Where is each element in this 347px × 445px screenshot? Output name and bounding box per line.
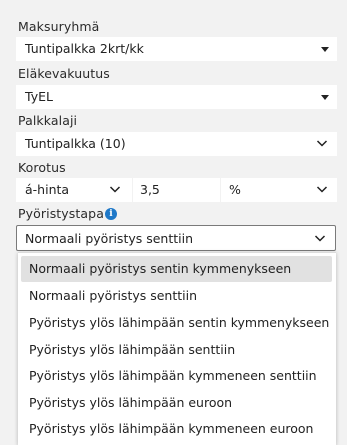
- option-ylos-kymmeneen-euroon[interactable]: Pyöristys ylös lähimpään kymmeneen euroo…: [21, 416, 332, 442]
- korotus-type-value: á-hinta: [25, 182, 70, 197]
- pyoristystapa-value: Normaali pyöristys senttiin: [25, 231, 194, 246]
- korotus-row: á-hinta 3,5 %: [16, 178, 337, 202]
- elakevakuutus-label: Eläkevakuutus: [18, 66, 110, 81]
- pyoristystapa-select[interactable]: Normaali pyöristys senttiin: [16, 225, 336, 251]
- option-normaali-sentin-kymmenykseen[interactable]: Normaali pyöristys sentin kymmenykseen: [21, 256, 332, 282]
- korotus-type-select[interactable]: á-hinta: [16, 178, 132, 202]
- option-ylos-euroon[interactable]: Pyöristys ylös lähimpään euroon: [21, 390, 332, 416]
- korotus-label: Korotus: [18, 160, 66, 175]
- palkkalaji-select[interactable]: Tuntipalkka (10): [16, 132, 337, 156]
- korotus-unit-value: %: [229, 182, 241, 197]
- maksuryhma-value: Tuntipalkka 2krt/kk: [25, 41, 144, 56]
- chevron-down-icon: [316, 138, 328, 148]
- elakevakuutus-select[interactable]: TyEL: [16, 85, 337, 109]
- palkkalaji-value: Tuntipalkka (10): [25, 136, 126, 151]
- option-ylos-sentin-kymmenykseen[interactable]: Pyöristys ylös lähimpään sentin kymmenyk…: [21, 310, 332, 336]
- caret-down-icon: [321, 47, 329, 52]
- chevron-down-icon: [109, 184, 121, 194]
- maksuryhma-select[interactable]: Tuntipalkka 2krt/kk: [16, 37, 337, 61]
- info-icon[interactable]: i: [105, 208, 117, 220]
- payroll-settings-panel: Maksuryhmä Tuntipalkka 2krt/kk Eläkevaku…: [0, 0, 347, 445]
- korotus-unit-select[interactable]: %: [221, 178, 337, 202]
- maksuryhma-label: Maksuryhmä: [18, 19, 100, 34]
- option-normaali-senttiin[interactable]: Normaali pyöristys senttiin: [21, 283, 332, 309]
- pyoristystapa-label-text: Pyöristystapa: [18, 206, 104, 221]
- palkkalaji-label: Palkkalaji: [18, 113, 78, 128]
- chevron-down-icon: [314, 233, 326, 243]
- elakevakuutus-value: TyEL: [25, 89, 53, 104]
- chevron-down-icon: [316, 184, 328, 194]
- korotus-amount-value: 3,5: [140, 182, 160, 197]
- option-ylos-senttiin[interactable]: Pyöristys ylös lähimpään senttiin: [21, 337, 332, 363]
- pyoristystapa-label: Pyöristystapa: [18, 206, 104, 221]
- caret-down-icon: [321, 95, 329, 100]
- option-ylos-kymmeneen-senttiin[interactable]: Pyöristys ylös lähimpään kymmeneen sentt…: [21, 363, 332, 389]
- pyoristystapa-options-list: Normaali pyöristys sentin kymmenykseen N…: [18, 252, 336, 445]
- korotus-amount-input[interactable]: 3,5: [133, 178, 220, 202]
